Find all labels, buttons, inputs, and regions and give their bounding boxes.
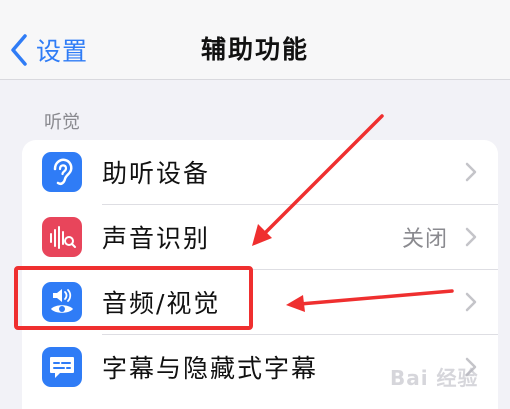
page-title: 辅助功能 <box>200 35 309 64</box>
row-audio-visual[interactable]: 音频/视觉 <box>22 270 498 334</box>
chevron-right-icon <box>465 162 477 182</box>
row-label: 声音识别 <box>102 224 211 253</box>
row-label: 音频/视觉 <box>102 289 221 318</box>
section-header-hearing: 听觉 <box>44 112 80 133</box>
row-label: 字幕与隐藏式字幕 <box>102 354 319 383</box>
chevron-right-icon <box>465 292 477 312</box>
row-label: 助听设备 <box>102 159 211 188</box>
sound-recognition-icon <box>42 217 82 257</box>
watermark: Bai 经验 <box>390 366 479 390</box>
row-value: 关闭 <box>401 227 448 252</box>
ear-icon <box>42 152 82 192</box>
audio-visual-icon <box>42 282 82 322</box>
subtitles-icon <box>42 347 82 387</box>
navigation-bar: 设置 辅助功能 <box>0 0 510 80</box>
row-hearing-devices[interactable]: 助听设备 <box>22 140 498 204</box>
row-sound-recognition[interactable]: 声音识别 关闭 <box>22 205 498 269</box>
chevron-right-icon <box>465 227 477 247</box>
